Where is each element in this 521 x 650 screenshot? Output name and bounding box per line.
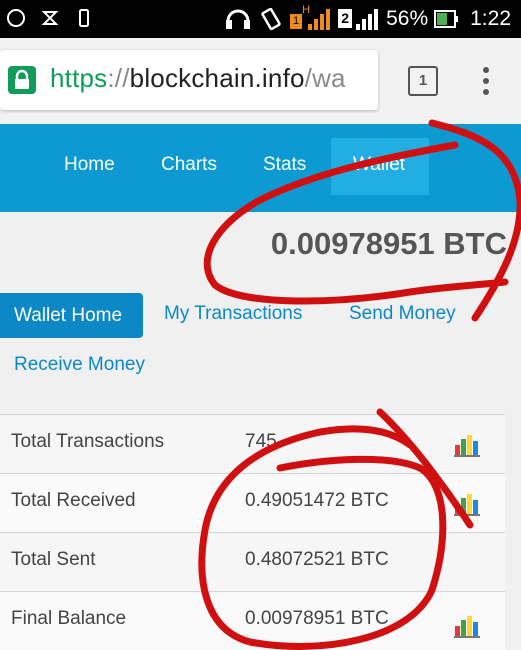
url-scheme: https [50, 63, 108, 93]
row-label: Total Received [11, 490, 136, 511]
nav-wallet[interactable]: Wallet [353, 154, 405, 176]
send-money-link[interactable]: Send Money [349, 303, 456, 325]
url-host: blockchain.info [129, 63, 305, 93]
bar-chart-icon[interactable] [454, 492, 480, 516]
phone-icon [79, 9, 89, 27]
sim-1-badge: 1 [290, 14, 303, 29]
site-navbar: Home Charts Stats Wallet [0, 124, 521, 212]
bar-chart-icon[interactable] [454, 433, 480, 457]
whatsapp-icon [7, 9, 25, 27]
table-row: Total Transactions 745 [0, 414, 505, 473]
browser-toolbar: https://blockchain.info/wa 1 [0, 38, 521, 124]
nav-charts[interactable]: Charts [161, 154, 217, 176]
row-value: 745 [245, 431, 277, 452]
sim-2-badge: 2 [338, 9, 353, 28]
row-value: 0.48072521 BTC [245, 549, 389, 570]
url-path: /wa [304, 63, 346, 93]
table-row: Total Received 0.49051472 BTC [0, 473, 505, 532]
network-sim-1: 1 H [290, 4, 332, 32]
table-row: Final Balance 0.00978951 BTC [0, 591, 505, 650]
battery-icon [434, 10, 459, 28]
url-text[interactable]: https://blockchain.info/wa [50, 63, 346, 94]
row-value: 0.00978951 BTC [245, 608, 389, 629]
wallet-balance: 0.00978951 BTC [270, 226, 507, 261]
headset-icon [226, 9, 251, 29]
row-value: 0.49051472 BTC [245, 490, 389, 511]
address-bar[interactable]: https://blockchain.info/wa [0, 50, 378, 110]
signal-bars-icon [356, 9, 379, 30]
lock-icon[interactable] [8, 66, 36, 94]
notification-icons [6, 8, 94, 28]
table-row: Total Sent 0.48072521 BTC [0, 532, 505, 591]
nav-home[interactable]: Home [64, 154, 115, 176]
clock: 1:22 [470, 7, 511, 30]
network-sim-2: 2 [338, 6, 380, 32]
app-notification-icon [41, 11, 59, 25]
url-separator: :// [107, 63, 130, 93]
bar-chart-icon[interactable] [454, 614, 480, 638]
row-label: Total Transactions [11, 431, 165, 452]
vibrate-icon [261, 7, 281, 31]
battery-percent: 56% [386, 7, 429, 30]
status-bar: 1 H 2 56% 1:22 [0, 0, 521, 38]
wallet-summary-table: Total Transactions 745 Total Received 0.… [0, 414, 505, 650]
my-transactions-link[interactable]: My Transactions [164, 303, 302, 325]
signal-bars-icon-orange [308, 9, 331, 30]
row-label: Final Balance [11, 608, 127, 629]
row-label: Total Sent [11, 549, 96, 570]
nav-stats[interactable]: Stats [263, 154, 306, 176]
system-icons: 1 H 2 56% 1:22 [224, 4, 511, 33]
tab-switcher-button[interactable]: 1 [408, 66, 438, 96]
receive-money-link[interactable]: Receive Money [14, 354, 145, 376]
overflow-menu-icon[interactable] [476, 66, 496, 96]
wallet-home-button[interactable]: Wallet Home [0, 293, 143, 338]
